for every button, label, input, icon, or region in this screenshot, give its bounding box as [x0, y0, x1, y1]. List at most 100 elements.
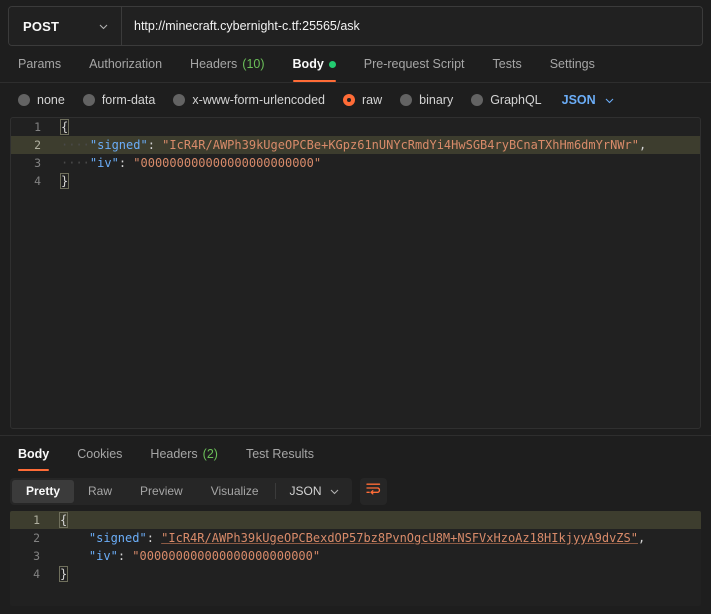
body-type-none-label: none	[37, 93, 65, 107]
radio-icon	[18, 94, 30, 106]
json-value-iv: "000000000000000000000000"	[133, 156, 322, 170]
json-key: "iv"	[88, 549, 118, 563]
tab-tests[interactable]: Tests	[479, 46, 536, 82]
line-number: 1	[33, 513, 40, 527]
json-comma: ,	[638, 138, 647, 152]
code-line: 2 "signed": "IcR4R/AWPh39kUgeOPCBexdOP57…	[10, 529, 701, 547]
line-content: ····"signed": "IcR4R/AWPh39kUgeOPCBe+KGp…	[53, 136, 700, 154]
tab-headers-label: Headers	[190, 57, 238, 71]
response-tab-headers[interactable]: Headers (2)	[136, 436, 232, 471]
request-tabs: Params Authorization Headers (10) Body P…	[0, 46, 711, 83]
chevron-down-icon	[98, 21, 109, 32]
url-bar-container: POST http://minecraft.cybernight-c.tf:25…	[8, 6, 703, 46]
body-type-form-data-label: form-data	[101, 93, 156, 107]
line-number: 4	[34, 174, 41, 188]
tab-tests-label: Tests	[492, 57, 522, 71]
code-line: 4 }	[10, 565, 701, 583]
toolbar-divider	[274, 483, 276, 499]
http-method-label: POST	[23, 18, 60, 34]
json-comma: ,	[637, 531, 646, 545]
json-value-iv: "000000000000000000000000"	[132, 549, 321, 563]
request-body-editor[interactable]: 1 { 2 ····"signed": "IcR4R/AWPh39kUgeOPC…	[10, 117, 701, 429]
response-tab-body[interactable]: Body	[14, 436, 63, 471]
body-type-none[interactable]: none	[18, 93, 65, 107]
body-format-dropdown[interactable]: JSON	[562, 93, 615, 107]
tab-pre-request-script-label: Pre-request Script	[363, 57, 465, 71]
body-type-binary[interactable]: binary	[400, 93, 453, 107]
json-colon: :	[147, 138, 163, 152]
json-key: "iv"	[89, 156, 119, 170]
view-mode-preview[interactable]: Preview	[126, 480, 197, 503]
body-type-binary-label: binary	[419, 93, 454, 107]
word-wrap-toggle[interactable]	[359, 477, 387, 505]
body-type-raw[interactable]: raw	[343, 93, 382, 107]
line-number: 3	[33, 549, 40, 563]
radio-icon	[82, 94, 95, 106]
response-tab-headers-label: Headers	[150, 446, 198, 461]
view-mode-pretty-label: Pretty	[26, 484, 61, 498]
open-brace: {	[59, 119, 70, 135]
line-number: 3	[34, 156, 41, 170]
line-content: "iv": "000000000000000000000000"	[52, 547, 701, 565]
request-body-editor-wrap: 1 { 2 ····"signed": "IcR4R/AWPh39kUgeOPC…	[0, 117, 711, 435]
body-type-graphql[interactable]: GraphQL	[471, 93, 542, 107]
tab-body[interactable]: Body	[279, 46, 350, 82]
chevron-down-icon	[604, 95, 615, 106]
tab-headers-count: (10)	[242, 57, 265, 71]
tab-params[interactable]: Params	[14, 46, 75, 82]
tab-settings[interactable]: Settings	[536, 46, 609, 82]
tab-pre-request-script[interactable]: Pre-request Script	[350, 46, 479, 82]
tab-authorization[interactable]: Authorization	[75, 46, 176, 82]
tab-headers[interactable]: Headers (10)	[176, 46, 278, 82]
code-line: 1 {	[11, 118, 700, 136]
view-mode-raw-label: Raw	[88, 484, 113, 498]
view-mode-visualize-label: Visualize	[210, 484, 259, 498]
code-line: 2 ····"signed": "IcR4R/AWPh39kUgeOPCBe+K…	[11, 136, 700, 154]
open-brace: {	[58, 512, 69, 528]
line-content: {	[53, 118, 700, 136]
indent-whitespace: ····	[61, 156, 90, 170]
line-content: ····"iv": "000000000000000000000000"	[53, 154, 700, 172]
line-content: }	[53, 172, 700, 190]
close-brace: }	[59, 173, 70, 189]
line-number: 2	[34, 138, 41, 152]
view-mode-visualize[interactable]: Visualize	[197, 480, 273, 503]
body-type-selector: none form-data x-www-form-urlencoded raw…	[0, 83, 711, 117]
view-mode-pretty[interactable]: Pretty	[12, 479, 75, 503]
response-pane: Body Cookies Headers (2) Test Results Pr…	[0, 436, 711, 614]
word-wrap-icon	[365, 482, 381, 500]
response-body-editor-wrap: 1 { 2 "signed": "IcR4R/AWPh39kUgeOPCBexd…	[0, 511, 711, 614]
response-tab-test-results[interactable]: Test Results	[232, 436, 328, 471]
body-type-urlencoded-label: x-www-form-urlencoded	[192, 93, 325, 107]
code-line: 3 ····"iv": "000000000000000000000000"	[11, 154, 700, 172]
response-format-dropdown[interactable]: JSON	[278, 480, 350, 503]
chevron-down-icon	[329, 486, 340, 497]
json-colon: :	[146, 531, 162, 545]
url-input[interactable]: http://minecraft.cybernight-c.tf:25565/a…	[122, 7, 702, 45]
json-colon: :	[117, 549, 133, 563]
json-value-signed: "IcR4R/AWPh39kUgeOPCBe+KGpz61nUNYcRmdYi4…	[162, 138, 639, 152]
body-type-form-data[interactable]: form-data	[82, 93, 156, 107]
indent-whitespace: ····	[61, 138, 90, 152]
json-value-signed: "IcR4R/AWPh39kUgeOPCBexdOP57bz8PvnOgcU8M…	[161, 531, 638, 545]
response-tab-headers-count: (2)	[202, 446, 218, 461]
json-colon: :	[118, 156, 134, 170]
response-body-editor[interactable]: 1 { 2 "signed": "IcR4R/AWPh39kUgeOPCBexd…	[10, 511, 701, 606]
view-mode-raw[interactable]: Raw	[74, 480, 126, 503]
code-line: 4 }	[11, 172, 700, 190]
json-key: "signed"	[89, 138, 148, 152]
response-tab-cookies[interactable]: Cookies	[63, 436, 136, 471]
view-mode-preview-label: Preview	[140, 484, 183, 498]
response-tab-cookies-label: Cookies	[77, 446, 123, 461]
tab-body-label: Body	[292, 57, 324, 71]
close-brace: }	[58, 566, 69, 582]
tab-params-label: Params	[18, 57, 62, 71]
line-content: "signed": "IcR4R/AWPh39kUgeOPCBexdOP57bz…	[52, 529, 701, 547]
radio-selected-icon	[343, 94, 355, 106]
line-content: }	[52, 565, 701, 583]
http-method-dropdown[interactable]: POST	[9, 7, 122, 45]
body-type-urlencoded[interactable]: x-www-form-urlencoded	[173, 93, 325, 107]
request-code: 1 { 2 ····"signed": "IcR4R/AWPh39kUgeOPC…	[11, 118, 700, 190]
